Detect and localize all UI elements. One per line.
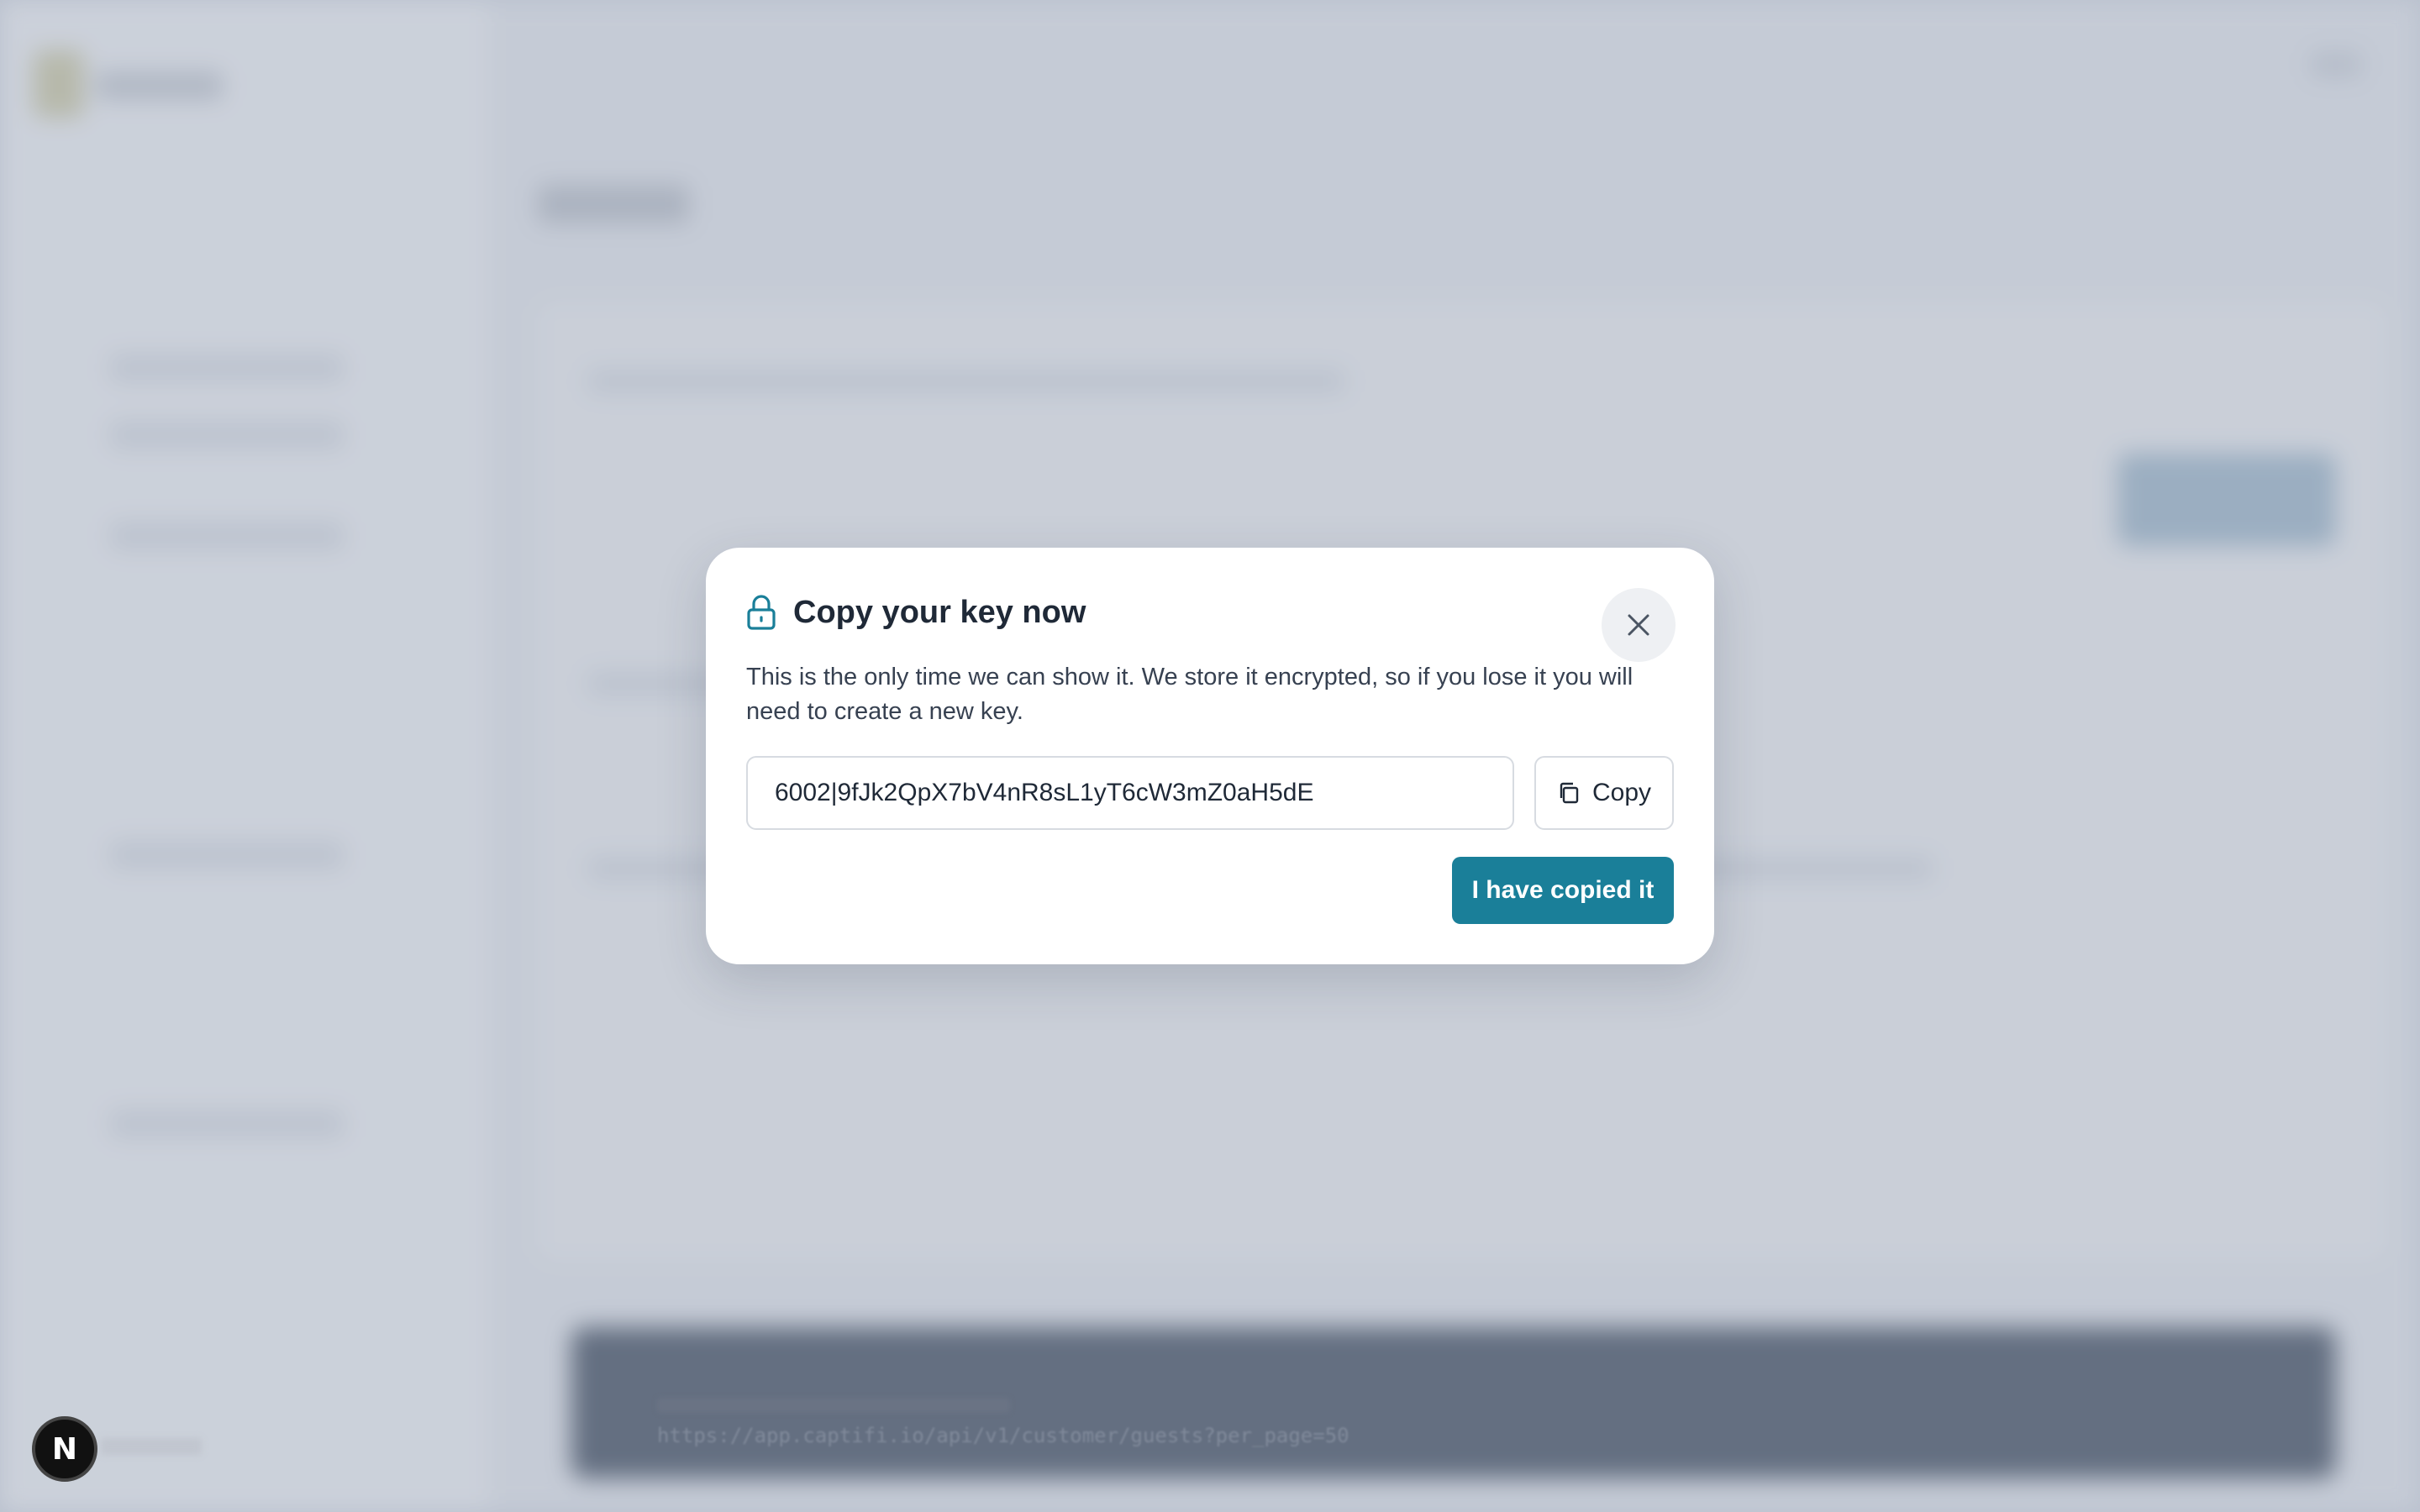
code-line: https://app.captifi.io/api/v1/customer/g… [657,1424,1349,1447]
copy-icon [1557,781,1581,805]
dialog-title: Copy your key now [793,594,1086,630]
confirm-copied-button[interactable]: I have copied it [1452,857,1674,924]
api-key-field[interactable] [746,756,1514,830]
confirm-button-label: I have copied it [1471,876,1655,904]
sidebar-footer-label [101,1438,202,1455]
copy-key-dialog: Copy your key now This is the only time … [706,548,1714,964]
dialog-header: Copy your key now [746,590,1086,635]
copy-button[interactable]: Copy [1534,756,1674,830]
code-comment [657,1398,1010,1413]
close-button[interactable] [1602,588,1676,662]
nextjs-badge[interactable]: N [32,1416,97,1482]
dialog-description: This is the only time we can show it. We… [746,664,1634,725]
copy-button-label: Copy [1591,779,1652,806]
lock-icon [746,594,776,631]
close-icon [1625,612,1652,638]
